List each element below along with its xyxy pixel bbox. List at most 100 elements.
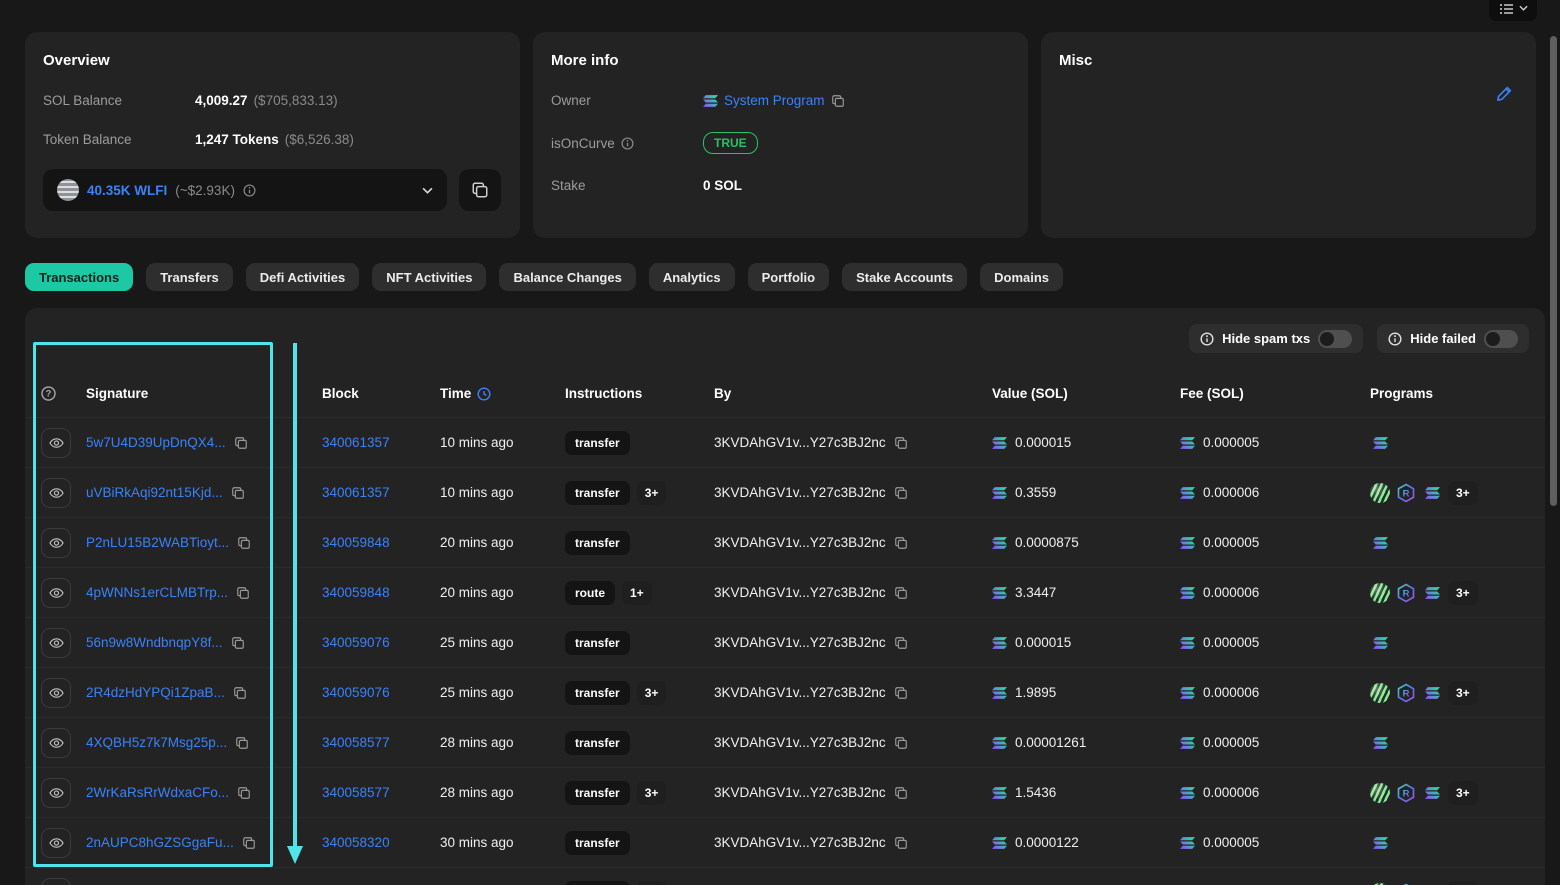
- signature-link[interactable]: 2nAUPC8hGZSGgaFu...: [86, 835, 234, 850]
- signature-link[interactable]: 4pWNNs1erCLMBTrp...: [86, 585, 228, 600]
- hide-failed-switch[interactable]: [1484, 330, 1518, 348]
- preview-transaction-button[interactable]: [41, 478, 71, 508]
- copy-icon[interactable]: [894, 786, 908, 800]
- block-link[interactable]: 340058320: [322, 835, 390, 850]
- preview-transaction-button[interactable]: [41, 828, 71, 858]
- copy-icon[interactable]: [894, 736, 908, 750]
- edit-misc-button[interactable]: [1495, 84, 1514, 103]
- misc-card: Misc: [1041, 32, 1536, 238]
- signature-link[interactable]: 2WrKaRsRrWdxaCFo...: [86, 785, 229, 800]
- preview-transaction-button[interactable]: [41, 728, 71, 758]
- col-block: Block: [322, 386, 440, 401]
- value-sol: 0.000015: [1015, 435, 1071, 450]
- preview-transaction-button[interactable]: [41, 878, 71, 885]
- signature-link[interactable]: 56n9w8WndbnqpY8f...: [86, 635, 223, 650]
- copy-icon[interactable]: [894, 686, 908, 700]
- copy-icon[interactable]: [235, 736, 249, 750]
- tab-domains[interactable]: Domains: [980, 263, 1063, 291]
- block-link[interactable]: 340058577: [322, 785, 390, 800]
- time-value: 20 mins ago: [440, 535, 565, 550]
- token-selector[interactable]: 40.35K WLFI (~$2.93K): [43, 169, 447, 211]
- col-time[interactable]: Time: [440, 386, 565, 401]
- block-link[interactable]: 340059848: [322, 585, 390, 600]
- block-link[interactable]: 340058577: [322, 735, 390, 750]
- by-address[interactable]: 3KVDAhGV1v...Y27c3BJ2nc: [714, 635, 886, 650]
- tab-stake-accounts[interactable]: Stake Accounts: [842, 263, 967, 291]
- preview-transaction-button[interactable]: [41, 528, 71, 558]
- copy-icon[interactable]: [831, 94, 845, 108]
- stake-label: Stake: [551, 178, 703, 193]
- programs-cell: [1370, 833, 1545, 853]
- by-address[interactable]: 3KVDAhGV1v...Y27c3BJ2nc: [714, 485, 886, 500]
- copy-icon[interactable]: [236, 586, 250, 600]
- tab-transfers[interactable]: Transfers: [146, 263, 233, 291]
- programs-more-badge: 3+: [1448, 881, 1478, 885]
- solana-program-icon: [1370, 733, 1390, 753]
- programs-more-badge: 3+: [1448, 681, 1478, 705]
- preview-transaction-button[interactable]: [41, 578, 71, 608]
- table-row: 2nAUPC8hGZSGgaFu... 340058320 30 mins ag…: [25, 818, 1545, 868]
- scrollbar-thumb[interactable]: [1550, 36, 1557, 506]
- tab-portfolio[interactable]: Portfolio: [748, 263, 829, 291]
- sol-icon: [992, 487, 1007, 499]
- instructions-cell: transfer: [565, 531, 714, 555]
- instruction-badge: route: [565, 581, 615, 605]
- signature-link[interactable]: uVBiRkAqi92nt15Kjd...: [86, 485, 223, 500]
- value-sol: 0.0000875: [1015, 535, 1079, 550]
- copy-icon[interactable]: [237, 536, 251, 550]
- owner-link[interactable]: System Program: [724, 93, 825, 108]
- fee-sol: 0.000005: [1203, 535, 1259, 550]
- by-address[interactable]: 3KVDAhGV1v...Y27c3BJ2nc: [714, 835, 886, 850]
- copy-icon[interactable]: [237, 786, 251, 800]
- block-link[interactable]: 340059076: [322, 635, 390, 650]
- copy-icon[interactable]: [231, 486, 245, 500]
- block-link[interactable]: 340061357: [322, 435, 390, 450]
- block-link[interactable]: 340059076: [322, 685, 390, 700]
- copy-icon[interactable]: [894, 636, 908, 650]
- hide-failed-toggle[interactable]: Hide failed: [1377, 324, 1529, 353]
- signature-link[interactable]: 2R4dzHdYPQi1ZpaB...: [86, 685, 225, 700]
- copy-icon[interactable]: [894, 486, 908, 500]
- list-icon: [1499, 1, 1515, 15]
- copy-icon[interactable]: [233, 686, 247, 700]
- tab-analytics[interactable]: Analytics: [649, 263, 735, 291]
- time-value: 28 mins ago: [440, 785, 565, 800]
- by-address[interactable]: 3KVDAhGV1v...Y27c3BJ2nc: [714, 435, 886, 450]
- signature-link[interactable]: 4XQBH5z7k7Msg25p...: [86, 735, 227, 750]
- copy-token-accounts-button[interactable]: [459, 169, 501, 211]
- tab-balance-changes[interactable]: Balance Changes: [499, 263, 635, 291]
- tab-defi-activities[interactable]: Defi Activities: [246, 263, 360, 291]
- block-link[interactable]: 340059848: [322, 535, 390, 550]
- by-address[interactable]: 3KVDAhGV1v...Y27c3BJ2nc: [714, 735, 886, 750]
- block-link[interactable]: 340061357: [322, 485, 390, 500]
- preview-transaction-button[interactable]: [41, 778, 71, 808]
- sol-icon: [1180, 587, 1195, 599]
- copy-icon[interactable]: [894, 586, 908, 600]
- sol-icon: [992, 437, 1007, 449]
- by-address[interactable]: 3KVDAhGV1v...Y27c3BJ2nc: [714, 685, 886, 700]
- preview-transaction-button[interactable]: [41, 428, 71, 458]
- col-instructions: Instructions: [565, 386, 714, 401]
- signature-link[interactable]: P2nLU15B2WABTioyt...: [86, 535, 229, 550]
- copy-icon[interactable]: [242, 836, 256, 850]
- sol-icon: [1180, 637, 1195, 649]
- copy-icon[interactable]: [231, 636, 245, 650]
- hide-spam-switch[interactable]: [1318, 330, 1352, 348]
- preview-transaction-button[interactable]: [41, 678, 71, 708]
- by-address[interactable]: 3KVDAhGV1v...Y27c3BJ2nc: [714, 535, 886, 550]
- by-address[interactable]: 3KVDAhGV1v...Y27c3BJ2nc: [714, 585, 886, 600]
- signature-link[interactable]: 5w7U4D39UpDnQX4...: [86, 435, 226, 450]
- chevron-down-icon: [1519, 5, 1528, 11]
- tab-nft-activities[interactable]: NFT Activities: [372, 263, 486, 291]
- tab-transactions[interactable]: Transactions: [25, 263, 133, 291]
- preview-transaction-button[interactable]: [41, 628, 71, 658]
- copy-icon[interactable]: [894, 536, 908, 550]
- view-options-button[interactable]: [1489, 0, 1537, 21]
- copy-icon[interactable]: [894, 436, 908, 450]
- by-address[interactable]: 3KVDAhGV1v...Y27c3BJ2nc: [714, 785, 886, 800]
- value-sol: 1.9895: [1015, 685, 1056, 700]
- section-tabs: Transactions Transfers Defi Activities NFT …: [25, 263, 1063, 291]
- copy-icon[interactable]: [894, 836, 908, 850]
- copy-icon[interactable]: [234, 436, 248, 450]
- hide-spam-toggle[interactable]: Hide spam txs: [1189, 324, 1363, 353]
